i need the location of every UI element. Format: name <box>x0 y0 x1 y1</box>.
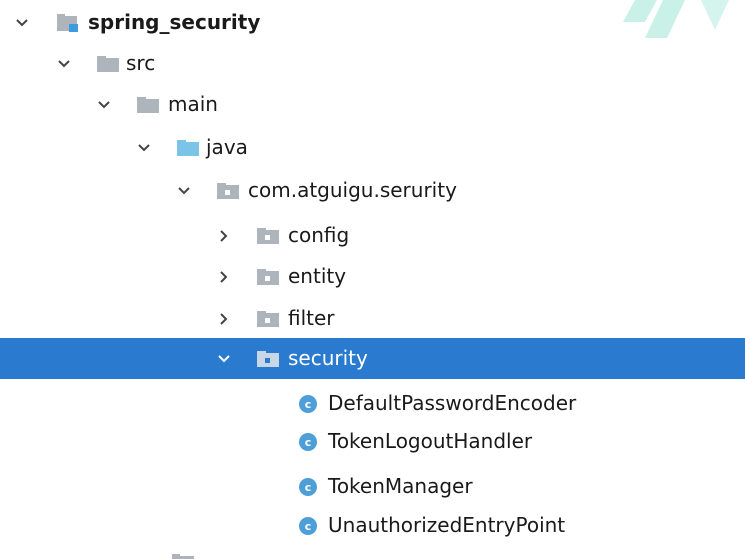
chevron-right-icon[interactable] <box>216 311 232 327</box>
chevron-right-icon[interactable] <box>216 228 232 244</box>
package-icon <box>256 308 280 330</box>
chevron-down-icon[interactable] <box>136 140 152 156</box>
tree-node-label: filter <box>288 306 335 330</box>
tree-node-config[interactable]: config <box>0 215 745 256</box>
partial-folder-icon <box>172 548 194 559</box>
tree-node-label: spring_security <box>88 10 261 34</box>
tree-node-filter[interactable]: filter <box>0 298 745 339</box>
tree-node-package-root[interactable]: com.atguigu.serurity <box>0 170 745 211</box>
svg-text:c: c <box>305 398 312 411</box>
svg-text:c: c <box>305 520 312 533</box>
tree-node-label: UnauthorizedEntryPoint <box>328 513 566 537</box>
package-icon <box>256 225 280 247</box>
tree-node-class[interactable]: c TokenManager <box>0 466 745 507</box>
folder-icon <box>96 53 120 75</box>
tree-node-label: DefaultPasswordEncoder <box>328 391 577 415</box>
package-icon <box>256 266 280 288</box>
tree-node-class[interactable]: c DefaultPasswordEncoder <box>0 383 745 424</box>
folder-icon <box>136 94 160 116</box>
chevron-down-icon[interactable] <box>14 15 30 31</box>
chevron-down-icon[interactable] <box>56 56 72 72</box>
java-class-icon: c <box>296 476 320 498</box>
chevron-right-icon[interactable] <box>216 269 232 285</box>
chevron-down-icon[interactable] <box>176 183 192 199</box>
project-tree: spring_security src main java com.atguig… <box>0 0 745 559</box>
tree-node-label: TokenManager <box>328 474 473 498</box>
chevron-down-icon[interactable] <box>216 351 232 367</box>
java-class-icon: c <box>296 515 320 537</box>
source-root-folder-icon <box>176 137 200 159</box>
tree-node-label: entity <box>288 264 347 288</box>
tree-node-label: TokenLogoutHandler <box>328 429 533 453</box>
package-icon <box>216 180 240 202</box>
tree-node-label: main <box>168 92 218 116</box>
chevron-down-icon[interactable] <box>96 97 112 113</box>
svg-text:c: c <box>305 436 312 449</box>
tree-node-label: src <box>126 51 156 75</box>
tree-node-main[interactable]: main <box>0 84 745 125</box>
tree-node-class[interactable]: c UnauthorizedEntryPoint <box>0 505 745 546</box>
tree-node-entity[interactable]: entity <box>0 256 745 297</box>
tree-node-label: com.atguigu.serurity <box>248 178 457 202</box>
tree-node-label: security <box>288 346 368 370</box>
tree-node-label: config <box>288 223 350 247</box>
java-class-icon: c <box>296 431 320 453</box>
tree-node-java[interactable]: java <box>0 127 745 168</box>
module-folder-icon <box>56 12 80 34</box>
svg-text:c: c <box>305 481 312 494</box>
tree-node-class[interactable]: c TokenLogoutHandler <box>0 421 745 462</box>
tree-node-label: java <box>206 135 248 159</box>
package-icon <box>256 348 280 370</box>
java-class-icon: c <box>296 393 320 415</box>
tree-node-src[interactable]: src <box>0 43 745 84</box>
tree-node-security[interactable]: security <box>0 338 745 379</box>
tree-node-spring-security[interactable]: spring_security <box>0 2 745 43</box>
